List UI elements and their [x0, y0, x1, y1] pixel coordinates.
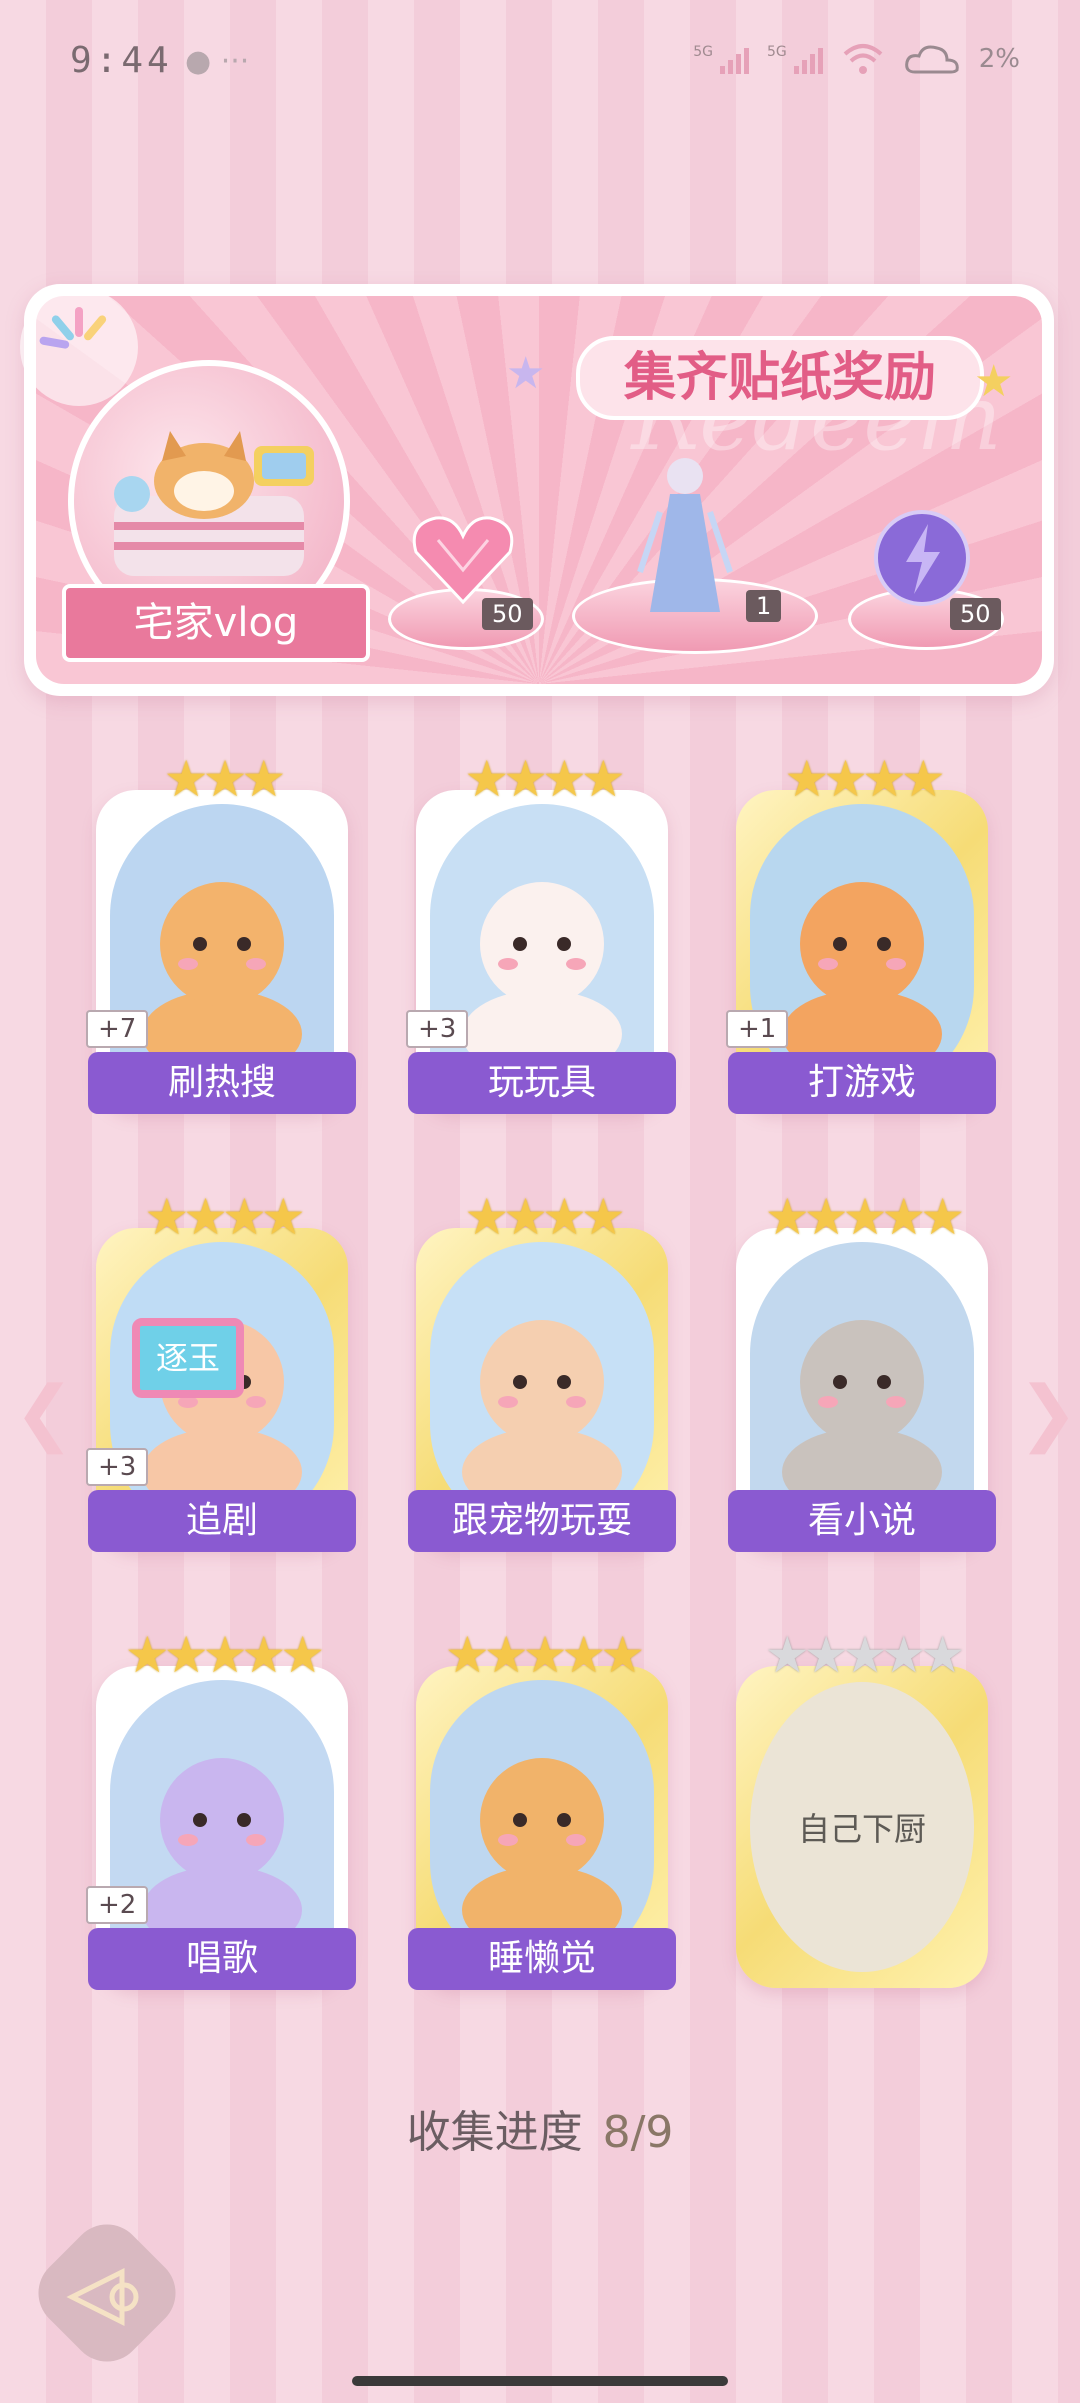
card-star-rating: ★★★★: [736, 750, 988, 808]
locked-card-placeholder: 自己下厨: [750, 1682, 974, 1972]
star-icon: ★: [506, 348, 546, 399]
star-icon: ★: [483, 1626, 529, 1684]
card-label: 跟宠物玩耍: [408, 1490, 676, 1552]
star-icon: ★: [764, 1188, 810, 1246]
star-icon: ★: [241, 750, 286, 808]
star-icon: ★: [163, 1626, 209, 1684]
card-label: 睡懒觉: [408, 1928, 676, 1990]
card-star-rating: ★★★★: [96, 1188, 348, 1246]
battery-level: 2%: [978, 44, 1020, 74]
star-icon: ★: [241, 1626, 286, 1684]
progress-value: 8/9: [602, 2107, 674, 2158]
card-star-rating: ★★★★: [416, 1188, 668, 1246]
card-duplicate-count: +3: [406, 1010, 469, 1048]
card-star-rating: ★★★★★: [416, 1626, 668, 1684]
star-icon: ★: [600, 1626, 645, 1684]
reward-count: 1: [746, 590, 782, 622]
card-star-rating: ★★★★★: [736, 1188, 988, 1246]
card-star-rating: ★★★: [96, 750, 348, 808]
card-star-rating: ★★★★★: [96, 1626, 348, 1684]
star-icon: ★: [202, 1626, 248, 1684]
card-star-rating: ★★★★★: [736, 1626, 988, 1684]
star-icon: ★: [920, 1626, 965, 1684]
star-icon: ★: [202, 750, 248, 808]
wifi-icon: [843, 44, 883, 74]
star-icon: ★: [542, 750, 587, 808]
star-icon: ★: [464, 750, 509, 808]
lightning-orb-icon[interactable]: [872, 508, 972, 608]
card-label: 打游戏: [728, 1052, 996, 1114]
star-icon: ★: [561, 1626, 606, 1684]
star-icon: ★: [842, 1626, 888, 1684]
star-icon: ★: [803, 1188, 849, 1246]
star-icon: ★: [503, 1188, 548, 1246]
star-icon: ★: [163, 750, 209, 808]
previous-page-arrow-icon[interactable]: ❮: [14, 1370, 74, 1454]
vlog-ribbon-label: 宅家vlog: [62, 584, 370, 662]
sticker-card[interactable]: ★★★ 刷热搜 +7: [86, 750, 356, 1114]
weather-cloud-icon: [904, 45, 959, 74]
star-icon: ★: [124, 1626, 170, 1684]
sticker-card[interactable]: ★★★★ 玩玩具 +3: [406, 750, 676, 1114]
star-icon: ★: [444, 1626, 490, 1684]
sticker-card[interactable]: ★★★★★ 唱歌 +2: [86, 1626, 356, 1990]
status-bar: 9:44 ● ··· 5G 5G 2%: [0, 0, 1080, 130]
home-indicator[interactable]: [352, 2376, 728, 2386]
star-icon: ★: [764, 1626, 810, 1684]
sticker-card[interactable]: ★★★★★ 看小说: [728, 1188, 996, 1552]
star-icon: ★: [580, 1188, 626, 1246]
sticker-card[interactable]: 自己下厨 ★★★★★: [736, 1626, 988, 1988]
card-label: 玩玩具: [408, 1052, 676, 1114]
signal-icon: 5G: [767, 44, 823, 74]
star-icon: ★: [881, 1188, 926, 1246]
star-icon: ★: [823, 750, 868, 808]
star-icon: ★: [803, 1626, 849, 1684]
back-arrow-icon: [66, 2267, 139, 2327]
card-duplicate-count: +1: [726, 1010, 789, 1048]
star-icon: ★: [974, 356, 1014, 407]
card-duplicate-count: +2: [86, 1886, 149, 1924]
signal-icon: 5G: [693, 44, 749, 74]
next-page-arrow-icon[interactable]: ❯: [1018, 1370, 1078, 1454]
progress-label: 收集进度: [406, 2107, 583, 2158]
card-label: 刷热搜: [88, 1052, 356, 1114]
star-icon: ★: [580, 750, 626, 808]
collection-progress: 收集进度 8/9: [0, 2096, 1080, 2160]
status-icons: 5G 5G 2%: [693, 42, 1020, 76]
sticker-card[interactable]: 逐玉 ★★★★ 追剧 +3: [86, 1188, 356, 1552]
status-time: 9:44: [70, 40, 173, 81]
star-icon: ★: [222, 1188, 267, 1246]
card-duplicate-count: +3: [86, 1448, 149, 1486]
reward-count: 50: [482, 598, 533, 630]
reward-count: 50: [950, 598, 1001, 630]
star-icon: ★: [542, 1188, 587, 1246]
outfit-dress-icon[interactable]: [630, 452, 740, 622]
sticker-card[interactable]: ★★★★ 打游戏 +1: [726, 750, 996, 1114]
star-icon: ★: [784, 750, 829, 808]
card-label: 看小说: [728, 1490, 996, 1552]
card-label: 追剧: [88, 1490, 356, 1552]
star-icon: ★: [183, 1188, 228, 1246]
star-icon: ★: [522, 1626, 568, 1684]
star-icon: ★: [464, 1188, 509, 1246]
sticker-card[interactable]: ★★★★ 跟宠物玩耍: [408, 1188, 676, 1552]
star-icon: ★: [503, 750, 548, 808]
card-frame: 自己下厨: [736, 1666, 988, 1988]
heart-gem-icon[interactable]: [408, 510, 518, 610]
status-dots: ● ···: [185, 44, 250, 79]
card-label: 唱歌: [88, 1928, 356, 1990]
star-icon: ★: [280, 1626, 325, 1684]
card-star-rating: ★★★★: [416, 750, 668, 808]
banner-title: 集齐贴纸奖励: [576, 336, 984, 420]
star-icon: ★: [881, 1626, 926, 1684]
star-icon: ★: [260, 1188, 306, 1246]
star-icon: ★: [900, 750, 946, 808]
tv-screen-text: 逐玉: [132, 1318, 244, 1398]
sticker-card[interactable]: ★★★★★ 睡懒觉: [408, 1626, 676, 1990]
star-icon: ★: [862, 750, 907, 808]
star-icon: ★: [920, 1188, 965, 1246]
star-icon: ★: [144, 1188, 189, 1246]
star-icon: ★: [842, 1188, 888, 1246]
card-duplicate-count: +7: [86, 1010, 149, 1048]
